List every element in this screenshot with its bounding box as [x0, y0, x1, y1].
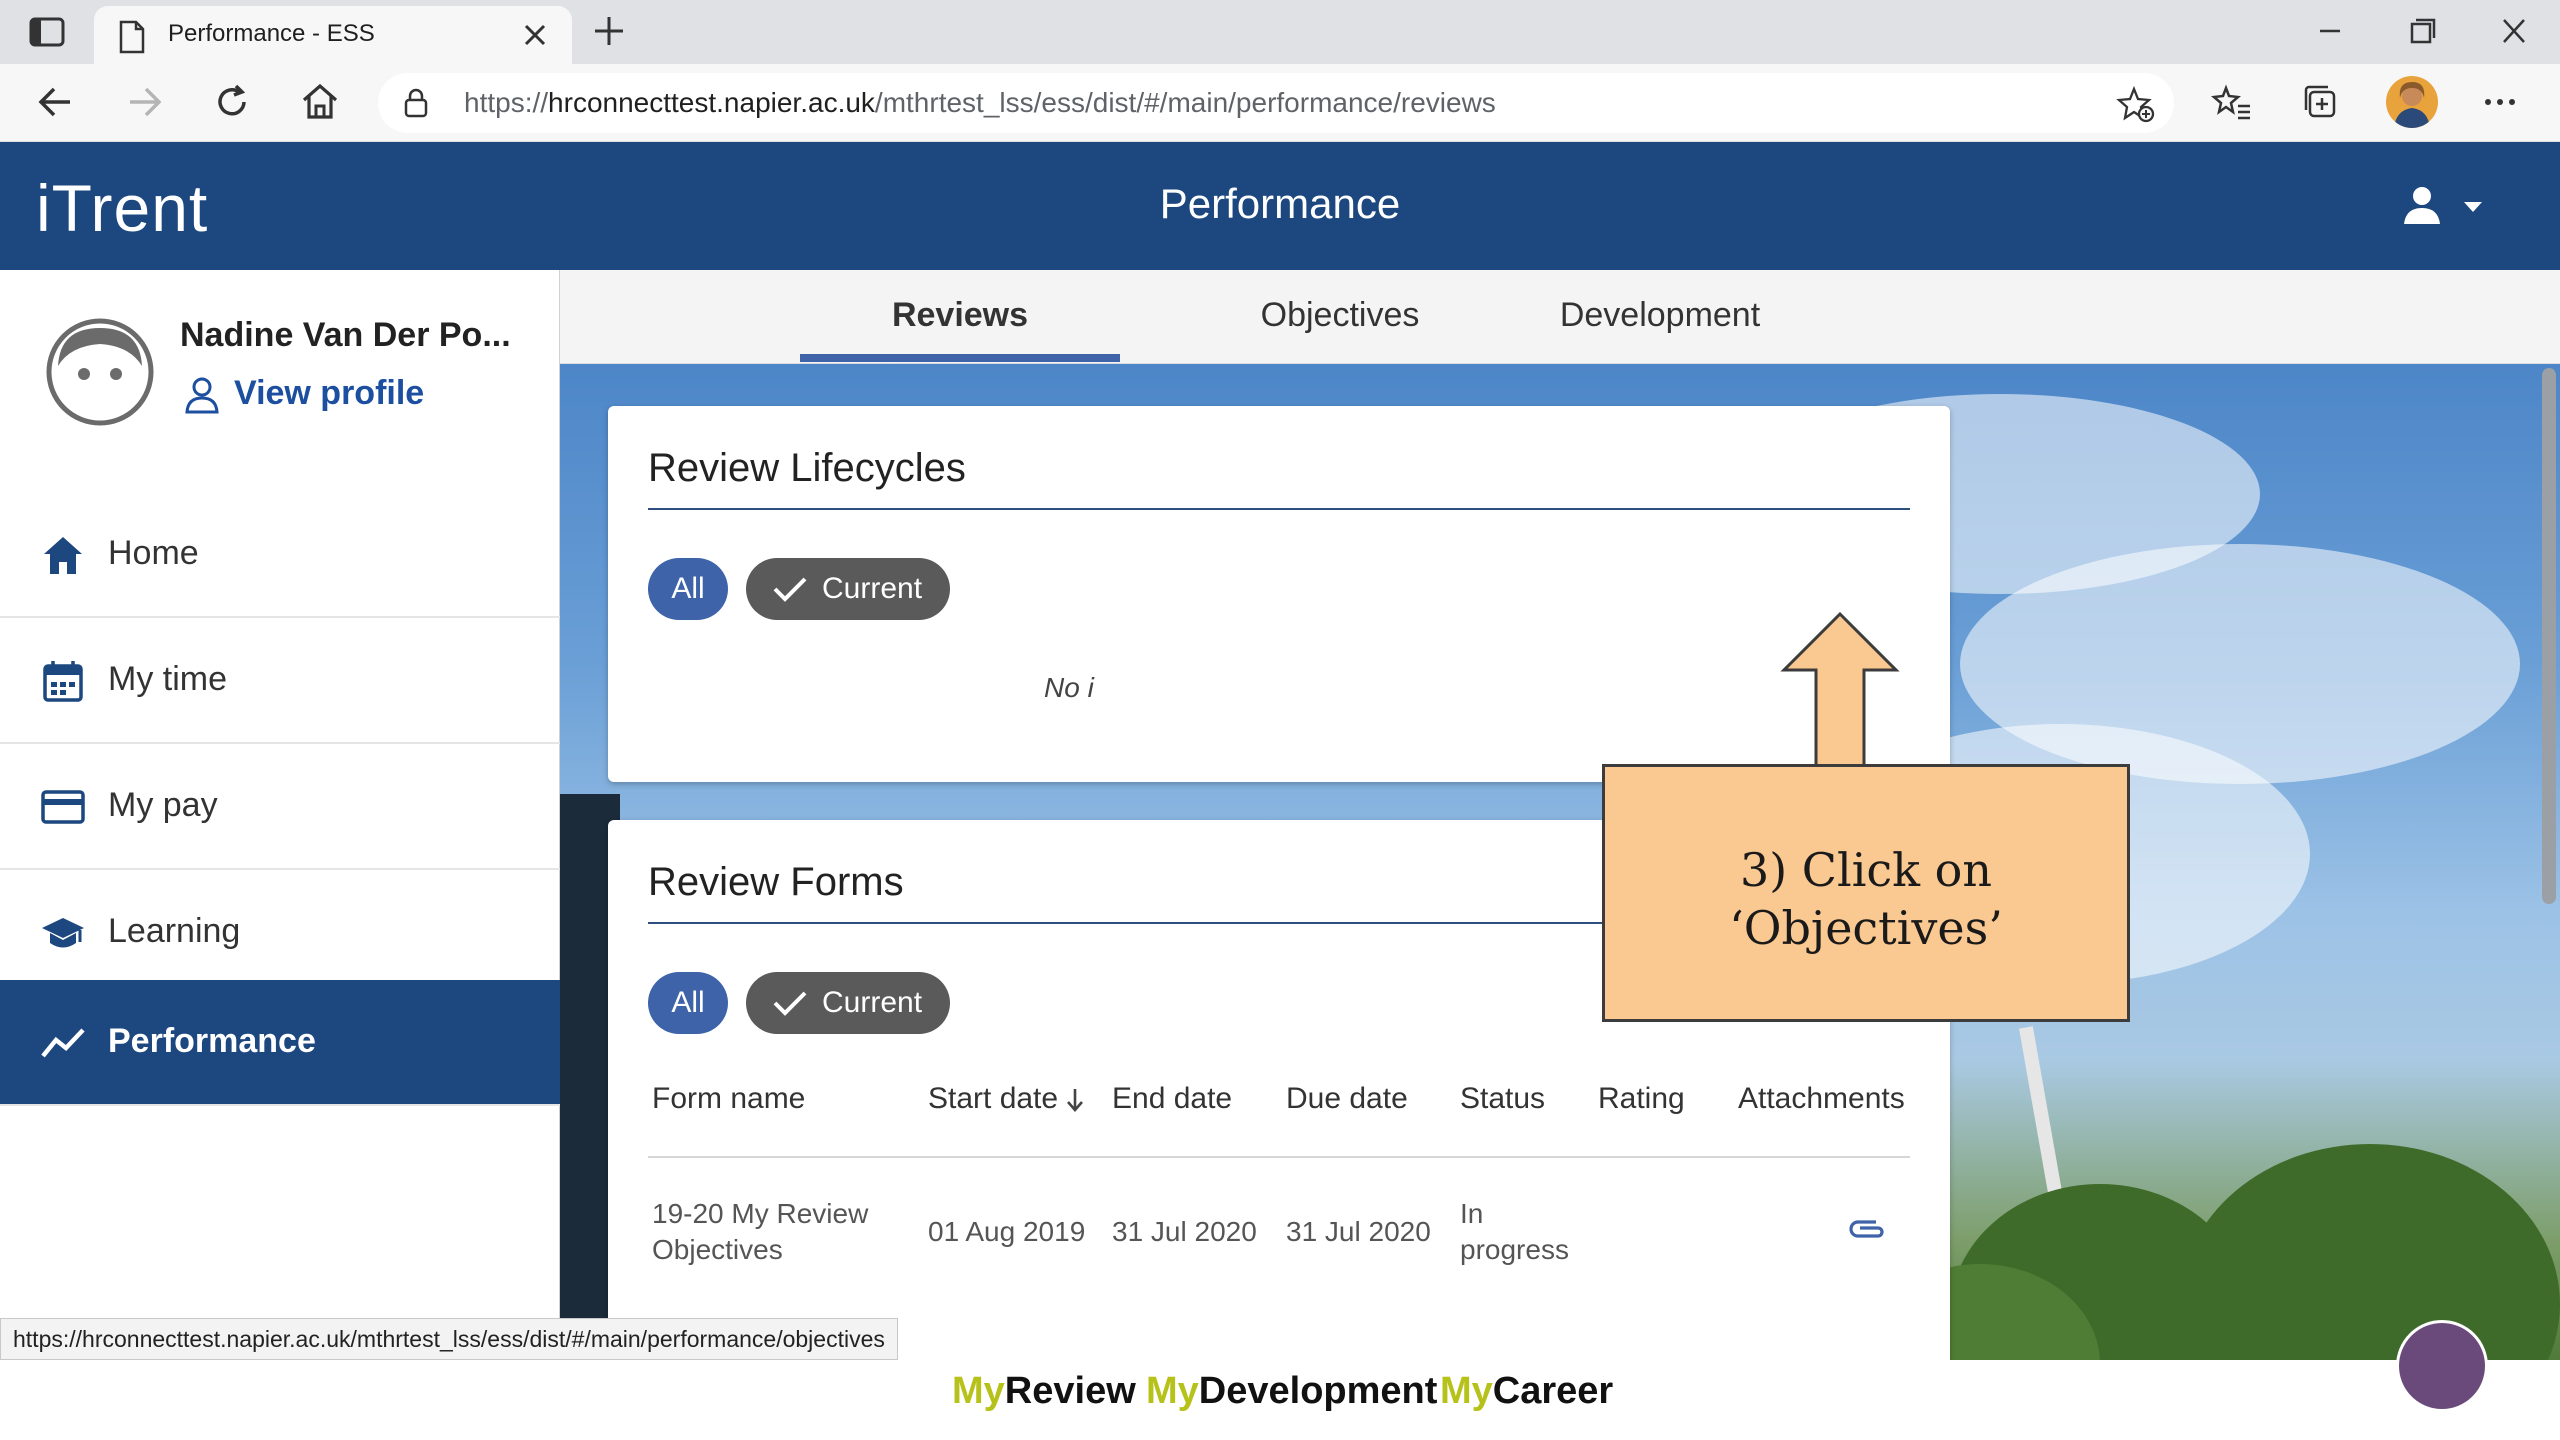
- close-window-icon[interactable]: [2494, 14, 2534, 48]
- trend-line-icon: [41, 1028, 85, 1058]
- card-title: Review Lifecycles: [648, 446, 966, 490]
- empty-message: No i: [1044, 672, 1094, 703]
- sidebar-item-home[interactable]: Home: [0, 492, 560, 618]
- cell-due-date: 31 Jul 2020: [1286, 1216, 1431, 1247]
- cell-form-name[interactable]: 19-20 My Review Objectives: [652, 1196, 868, 1268]
- tab-objectives[interactable]: Objectives: [1180, 296, 1500, 335]
- filter-all-button[interactable]: All: [648, 972, 728, 1034]
- browser-tab[interactable]: Performance - ESS: [94, 6, 572, 64]
- column-header-label: Start date: [928, 1082, 1059, 1115]
- filter-current-button[interactable]: Current: [746, 558, 950, 620]
- page-icon: [119, 20, 145, 54]
- refresh-icon[interactable]: [210, 80, 254, 124]
- lock-icon[interactable]: [402, 87, 430, 119]
- sidebar-item-learning[interactable]: Learning: [0, 870, 560, 996]
- column-header-form-name[interactable]: Form name: [652, 1082, 805, 1116]
- page-title: Performance: [1159, 180, 1401, 227]
- brand-myreview: MyReview: [952, 1370, 1136, 1412]
- brand-mydevelopment: MyDevelopment: [1146, 1370, 1438, 1412]
- add-favorite-icon[interactable]: [2116, 85, 2156, 123]
- home-icon: [44, 537, 82, 574]
- column-header-attachments[interactable]: Attachments: [1738, 1082, 1905, 1116]
- sidebar-item-label: Learning: [108, 912, 241, 950]
- profile-name: Nadine Van Der Po...: [180, 316, 511, 354]
- performance-tabs: Reviews Objectives Development: [560, 270, 2560, 364]
- tab-development[interactable]: Development: [1500, 296, 1820, 335]
- tab-title: Performance - ESS: [168, 20, 375, 47]
- review-lifecycles-card: Review Lifecycles All Current No i: [608, 406, 1950, 782]
- sidebar-item-performance[interactable]: Performance: [0, 980, 560, 1106]
- view-profile-label: View profile: [234, 374, 425, 412]
- browser-tab-strip: Performance - ESS: [0, 0, 2560, 64]
- sort-descending-icon: [1067, 1089, 1084, 1113]
- column-header-rating[interactable]: Rating: [1598, 1082, 1685, 1116]
- more-options-icon[interactable]: [2478, 80, 2522, 124]
- default-avatar-icon: [46, 318, 154, 426]
- main-content: Reviews Objectives Development Review Li…: [560, 270, 2560, 1360]
- university-logo: [2396, 1320, 2488, 1412]
- graduation-cap-icon: [42, 918, 84, 948]
- home-browser-icon[interactable]: [298, 80, 342, 124]
- scrollbar[interactable]: [2542, 368, 2556, 904]
- check-icon: [773, 991, 807, 1016]
- column-header-due-date[interactable]: Due date: [1286, 1082, 1408, 1116]
- divider: [648, 1156, 1910, 1158]
- column-header-end-date[interactable]: End date: [1112, 1082, 1232, 1116]
- column-header-start-date[interactable]: Start date: [928, 1082, 1086, 1116]
- sidebar: Nadine Van Der Po... View profile Home M…: [0, 270, 560, 1360]
- screen: Performance - ESS https://hrconnecttest.…: [0, 0, 2560, 1440]
- instruction-callout: 3) Click on ‘Objectives’: [1602, 764, 2130, 1022]
- forward-icon[interactable]: [122, 80, 166, 124]
- callout-arrow-icon: [1780, 611, 1900, 770]
- user-menu-icon[interactable]: [2400, 184, 2490, 228]
- callout-text: 3) Click on ‘Objectives’: [1729, 843, 2003, 955]
- browser-profile-avatar[interactable]: [2386, 76, 2438, 128]
- url-text[interactable]: https://hrconnecttest.napier.ac.uk/mthrt…: [464, 87, 1496, 119]
- filter-current-button[interactable]: Current: [746, 972, 950, 1034]
- sidebar-item-my-time[interactable]: My time: [0, 618, 560, 744]
- restore-icon[interactable]: [2402, 14, 2442, 48]
- sidebar-item-label: My pay: [108, 786, 218, 824]
- person-outline-icon: [185, 377, 219, 414]
- calendar-icon: [43, 661, 83, 702]
- person-photo-icon: [2394, 82, 2430, 128]
- browser-toolbar: https://hrconnecttest.napier.ac.uk/mthrt…: [0, 64, 2560, 142]
- column-header-status[interactable]: Status: [1460, 1082, 1545, 1116]
- sidebar-item-label: Home: [108, 534, 199, 572]
- minimize-icon[interactable]: [2310, 14, 2350, 48]
- sidebar-item-label: Performance: [108, 1022, 316, 1060]
- collections-icon[interactable]: [2298, 80, 2342, 124]
- tab-reviews[interactable]: Reviews: [800, 296, 1120, 335]
- close-tab-icon[interactable]: [522, 22, 548, 48]
- divider: [648, 508, 1910, 510]
- paperclip-icon[interactable]: [1846, 1216, 1888, 1242]
- tab-actions-icon[interactable]: [28, 16, 66, 48]
- filter-current-label: Current: [822, 572, 923, 605]
- app-header: iTrent Performance: [0, 142, 2560, 270]
- filter-current-label: Current: [822, 986, 923, 1019]
- footer-banner: MyReview MyDevelopment MyCareer: [0, 1360, 2560, 1440]
- active-tab-indicator: [800, 354, 1120, 362]
- filter-all-button[interactable]: All: [648, 558, 728, 620]
- brand-mycareer: MyCareer: [1440, 1370, 1614, 1412]
- card-title: Review Forms: [648, 860, 904, 904]
- address-bar[interactable]: https://hrconnecttest.napier.ac.uk/mthrt…: [378, 73, 2174, 133]
- back-icon[interactable]: [34, 80, 78, 124]
- new-tab-icon[interactable]: [592, 14, 626, 48]
- status-url: https://hrconnecttest.napier.ac.uk/mthrt…: [0, 1318, 898, 1360]
- credit-card-icon: [41, 790, 85, 824]
- favorites-icon[interactable]: [2210, 80, 2254, 124]
- cell-start-date: 01 Aug 2019: [928, 1216, 1086, 1247]
- sidebar-item-my-pay[interactable]: My pay: [0, 744, 560, 870]
- check-icon: [773, 577, 807, 602]
- cell-end-date: 31 Jul 2020: [1112, 1216, 1257, 1247]
- cell-status: In progress: [1460, 1198, 1569, 1265]
- sidebar-item-label: My time: [108, 660, 227, 698]
